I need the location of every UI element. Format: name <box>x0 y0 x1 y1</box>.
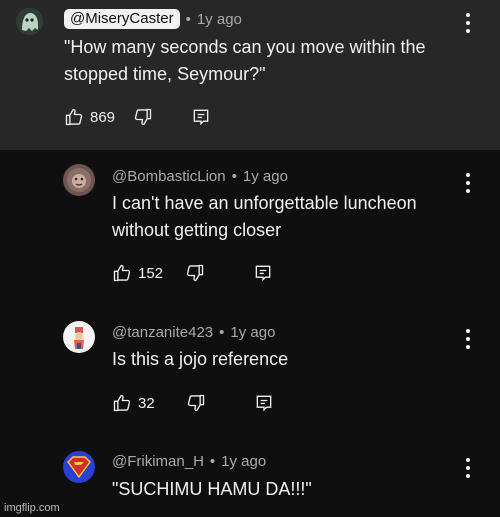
thumbs-up-icon <box>112 263 132 283</box>
reply-button[interactable] <box>254 393 274 413</box>
separator-dot: • <box>185 10 191 28</box>
like-count: 152 <box>138 264 164 282</box>
comment-age: 1y ago <box>230 324 276 341</box>
comment-meta: @MiseryCaster • 1y ago <box>64 9 242 29</box>
thumbs-down-icon <box>133 107 153 127</box>
reply-comment-icon <box>254 393 274 413</box>
separator-dot: • <box>231 168 237 185</box>
comment-actions: 152 <box>112 263 273 283</box>
superman-shield-avatar-icon <box>63 451 95 483</box>
comment-text-line: "SUCHIMU HAMU DA!!!" <box>112 479 312 499</box>
avatar[interactable] <box>63 451 95 483</box>
comment-text-line: Is this a jojo reference <box>112 349 289 369</box>
watermark: imgflip.com <box>4 502 60 514</box>
avatar[interactable] <box>16 8 43 35</box>
more-options-button[interactable] <box>461 171 475 195</box>
comment-actions: 32 <box>112 393 274 413</box>
comment-meta: @BombasticLion • 1y ago <box>112 168 288 185</box>
thumbs-up-icon <box>64 107 84 127</box>
thumbs-up-icon <box>112 393 132 413</box>
character-avatar-icon <box>63 321 95 353</box>
avatar[interactable] <box>63 321 95 353</box>
comment-meta: @Frikiman_H • 1y ago <box>112 453 266 470</box>
separator-dot: • <box>219 324 225 341</box>
comment-actions: 869 <box>64 107 211 127</box>
ghost-avatar-icon <box>16 8 43 35</box>
like-count: 869 <box>90 108 116 126</box>
separator-dot: • <box>209 453 216 470</box>
thumbs-down-icon <box>186 393 206 413</box>
dislike-button[interactable] <box>133 107 153 127</box>
author-handle[interactable]: @BombasticLion <box>112 168 226 185</box>
comment-text-line: stopped time, Seymour?" <box>64 64 266 84</box>
comment-text-line: I can't have an unforgettable luncheon <box>112 193 417 213</box>
comment-text: "How many seconds can you move within th… <box>64 34 426 88</box>
thumbs-down-icon <box>185 263 205 283</box>
author-handle[interactable]: @MiseryCaster <box>64 9 180 29</box>
comment-age: 1y ago <box>196 10 242 28</box>
comment-text: I can't have an unforgettable luncheon w… <box>112 190 417 244</box>
author-handle[interactable]: @tanzanite423 <box>112 324 213 341</box>
author-handle[interactable]: @Frikiman_H <box>112 453 204 470</box>
dislike-button[interactable] <box>185 263 205 283</box>
more-options-button[interactable] <box>461 327 475 351</box>
comment-text-line: without getting closer <box>112 220 282 240</box>
reply-button[interactable] <box>253 263 273 283</box>
like-button[interactable]: 32 <box>112 393 155 413</box>
comment-age: 1y ago <box>221 453 267 470</box>
like-count: 32 <box>138 394 155 412</box>
reply-comment-icon <box>191 107 211 127</box>
like-button[interactable]: 869 <box>64 107 115 127</box>
avatar[interactable] <box>63 164 95 196</box>
reply-comment-icon <box>253 263 273 283</box>
comment-text: "SUCHIMU HAMU DA!!!" <box>112 476 312 503</box>
comment-meta: @tanzanite423 • 1y ago <box>112 324 275 341</box>
lion-avatar-icon <box>63 164 95 196</box>
more-options-button[interactable] <box>461 11 475 35</box>
like-button[interactable]: 152 <box>112 263 163 283</box>
comment-age: 1y ago <box>242 168 288 185</box>
comment-text-line: "How many seconds can you move within th… <box>64 37 426 57</box>
reply-button[interactable] <box>191 107 211 127</box>
more-options-button[interactable] <box>461 456 475 480</box>
comment-text: Is this a jojo reference <box>112 346 288 373</box>
dislike-button[interactable] <box>186 393 206 413</box>
